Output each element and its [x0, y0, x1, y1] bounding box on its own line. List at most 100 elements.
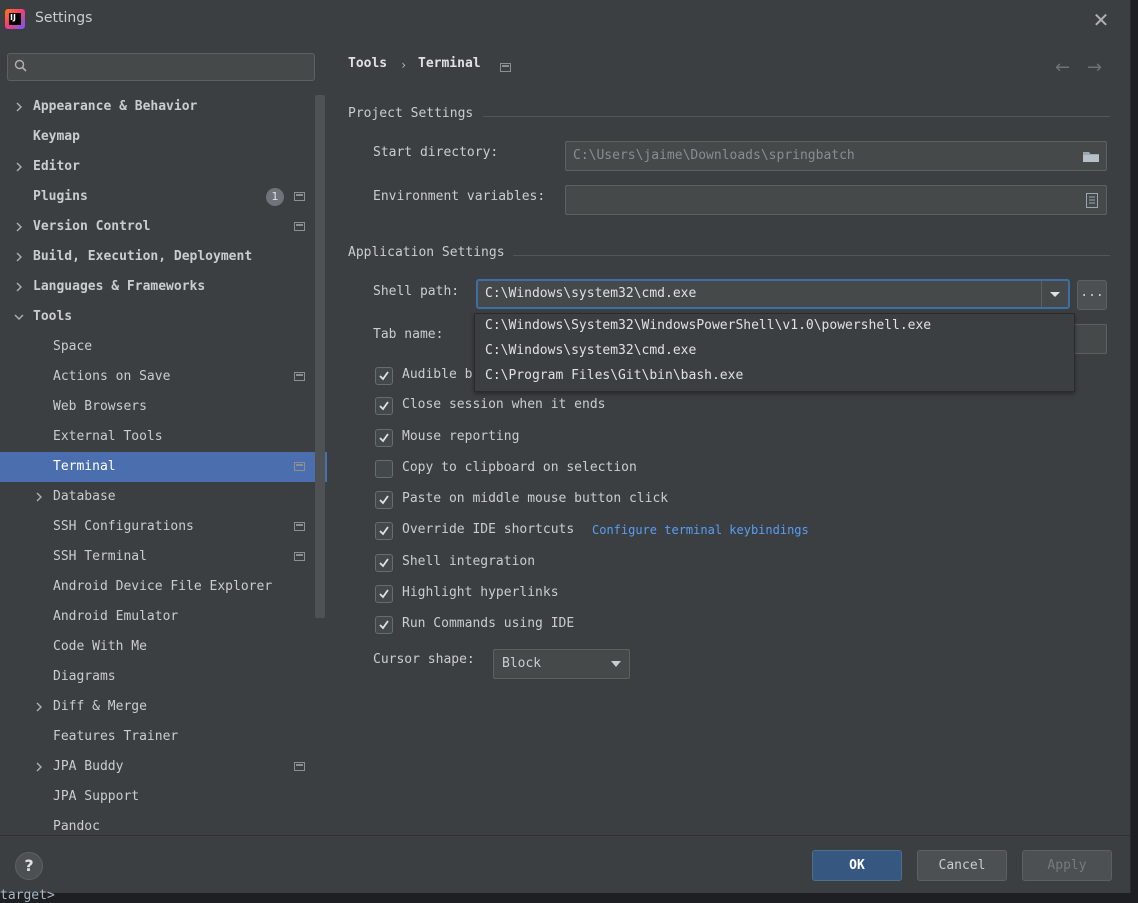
search-input[interactable]: [7, 53, 315, 81]
chevron-right-icon[interactable]: [34, 762, 44, 772]
sidebar-item-diagrams[interactable]: Diagrams: [0, 662, 327, 692]
shell-option-bash[interactable]: C:\Program Files\Git\bin\bash.exe: [485, 368, 743, 383]
environment-variables-field[interactable]: [565, 185, 1107, 215]
checkbox-label: Highlight hyperlinks: [402, 585, 559, 600]
help-button[interactable]: ?: [15, 852, 43, 880]
sidebar-item-label: Keymap: [33, 129, 80, 144]
sidebar-item-ssh-configurations[interactable]: SSH Configurations: [0, 512, 327, 542]
breadcrumb-tools[interactable]: Tools: [348, 56, 387, 71]
sidebar-item-plugins[interactable]: Plugins 1: [0, 182, 327, 212]
checkbox-label: Close session when it ends: [402, 397, 606, 412]
chevron-right-icon[interactable]: [14, 102, 24, 112]
sidebar-item-space[interactable]: Space: [0, 332, 327, 362]
sidebar-item-jpa-support[interactable]: JPA Support: [0, 782, 327, 812]
checkbox-label: Override IDE shortcuts: [402, 522, 575, 537]
checkbox-row-close-session-when-it-ends[interactable]: Close session when it ends: [375, 395, 695, 417]
close-icon[interactable]: ✕: [1091, 10, 1111, 30]
sidebar-item-code-with-me[interactable]: Code With Me: [0, 632, 327, 662]
sidebar-item-diff-merge[interactable]: Diff & Merge: [0, 692, 327, 722]
sidebar-item-android-emulator[interactable]: Android Emulator: [0, 602, 327, 632]
sidebar-item-actions-on-save[interactable]: Actions on Save: [0, 362, 327, 392]
sidebar-item-build-execution-deployment[interactable]: Build, Execution, Deployment: [0, 242, 327, 272]
sidebar-item-jpa-buddy[interactable]: JPA Buddy: [0, 752, 327, 782]
sidebar-item-tools[interactable]: Tools: [0, 302, 327, 332]
sidebar-item-label: External Tools: [53, 429, 163, 444]
sidebar-item-external-tools[interactable]: External Tools: [0, 422, 327, 452]
breadcrumb-terminal: Terminal: [418, 56, 481, 71]
shell-option-cmd[interactable]: C:\Windows\system32\cmd.exe: [485, 343, 696, 358]
project-scope-icon: [294, 762, 305, 771]
sidebar-item-version-control[interactable]: Version Control: [0, 212, 327, 242]
back-arrow-icon[interactable]: ←: [1055, 57, 1070, 78]
checkbox-row-shell-integration[interactable]: Shell integration: [375, 552, 695, 574]
sidebar-scrollbar[interactable]: [315, 95, 325, 618]
checkbox-row-copy-to-clipboard-on-selection[interactable]: Copy to clipboard on selection: [375, 458, 695, 480]
project-scope-icon: [294, 552, 305, 561]
settings-dialog: IJ Settings ✕ Appearance & Behavior Keyma…: [0, 0, 1131, 894]
checkbox-checked[interactable]: [375, 522, 393, 540]
shell-option-powershell[interactable]: C:\Windows\System32\WindowsPowerShell\v1…: [485, 318, 931, 333]
edit-variables-icon[interactable]: [1086, 193, 1098, 208]
environment-variables-label: Environment variables:: [373, 189, 546, 204]
sidebar-item-android-device-file-explorer[interactable]: Android Device File Explorer: [0, 572, 327, 602]
project-settings-title: Project Settings: [348, 106, 474, 121]
checkmark-icon: [379, 620, 389, 630]
configure-keybindings-link[interactable]: Configure terminal keybindings: [592, 523, 809, 537]
chevron-down-icon[interactable]: [1041, 281, 1068, 307]
sidebar-item-label: Tools: [33, 309, 73, 324]
sidebar-item-terminal[interactable]: Terminal: [0, 452, 327, 482]
project-scope-icon: [500, 63, 511, 72]
shell-path-value[interactable]: C:\Windows\system32\cmd.exe: [485, 286, 696, 301]
chevron-right-icon[interactable]: [34, 702, 44, 712]
checkbox-checked[interactable]: [375, 429, 393, 447]
sidebar-item-features-trainer[interactable]: Features Trainer: [0, 722, 327, 752]
sidebar-item-label: Editor: [33, 159, 80, 174]
cancel-button[interactable]: Cancel: [917, 850, 1007, 881]
title-bar: IJ Settings ✕: [0, 0, 1130, 40]
start-directory-field[interactable]: C:\Users\jaime\Downloads\springbatch: [565, 141, 1107, 171]
chevron-right-icon[interactable]: [14, 222, 24, 232]
checkbox-checked[interactable]: [375, 397, 393, 415]
sidebar-item-label: Database: [53, 489, 116, 504]
checkbox-checked[interactable]: [375, 367, 393, 385]
project-scope-icon: [294, 462, 305, 471]
sidebar-item-keymap[interactable]: Keymap: [0, 122, 327, 152]
sidebar-item-label: SSH Terminal: [53, 549, 147, 564]
folder-icon[interactable]: [1082, 150, 1100, 163]
apply-button[interactable]: Apply: [1022, 850, 1112, 881]
chevron-right-icon[interactable]: [14, 162, 24, 172]
sidebar-item-appearance-behavior[interactable]: Appearance & Behavior: [0, 92, 327, 122]
chevron-right-icon[interactable]: [34, 492, 44, 502]
ok-button[interactable]: OK: [812, 850, 902, 881]
sidebar-item-label: Features Trainer: [53, 729, 179, 744]
sidebar-item-ssh-terminal[interactable]: SSH Terminal: [0, 542, 327, 572]
sidebar-item-languages-frameworks[interactable]: Languages & Frameworks: [0, 272, 327, 302]
sidebar-item-label: Appearance & Behavior: [33, 99, 198, 114]
checkbox-unchecked[interactable]: [375, 460, 393, 478]
sidebar-item-label: Android Emulator: [53, 609, 179, 624]
checkbox-row-paste-on-middle-mouse-button-click[interactable]: Paste on middle mouse button click: [375, 489, 695, 511]
chevron-right-icon[interactable]: [14, 282, 24, 292]
forward-arrow-icon[interactable]: →: [1087, 57, 1102, 78]
checkbox-checked[interactable]: [375, 491, 393, 509]
tab-name-field[interactable]: [1070, 324, 1107, 354]
checkbox-row-mouse-reporting[interactable]: Mouse reporting: [375, 427, 695, 449]
checkbox-checked[interactable]: [375, 554, 393, 572]
checkbox-row-highlight-hyperlinks[interactable]: Highlight hyperlinks: [375, 583, 695, 605]
checkbox-checked[interactable]: [375, 585, 393, 603]
sidebar-item-pandoc[interactable]: Pandoc: [0, 812, 327, 835]
sidebar-item-editor[interactable]: Editor: [0, 152, 327, 182]
sidebar-item-label: SSH Configurations: [53, 519, 194, 534]
sidebar-item-web-browsers[interactable]: Web Browsers: [0, 392, 327, 422]
checkbox-row-run-commands-using-ide[interactable]: Run Commands using IDE: [375, 614, 695, 636]
cursor-shape-select[interactable]: Block: [493, 649, 630, 679]
checkbox-checked[interactable]: [375, 616, 393, 634]
sidebar-item-label: Code With Me: [53, 639, 147, 654]
checkmark-icon: [379, 371, 389, 381]
sidebar-item-database[interactable]: Database: [0, 482, 327, 512]
chevron-down-icon[interactable]: [14, 312, 24, 322]
shell-path-combobox[interactable]: C:\Windows\system32\cmd.exe: [476, 279, 1070, 309]
sidebar-item-label: Version Control: [33, 219, 151, 234]
browse-shell-button[interactable]: ...: [1077, 280, 1107, 310]
chevron-right-icon[interactable]: [14, 252, 24, 262]
